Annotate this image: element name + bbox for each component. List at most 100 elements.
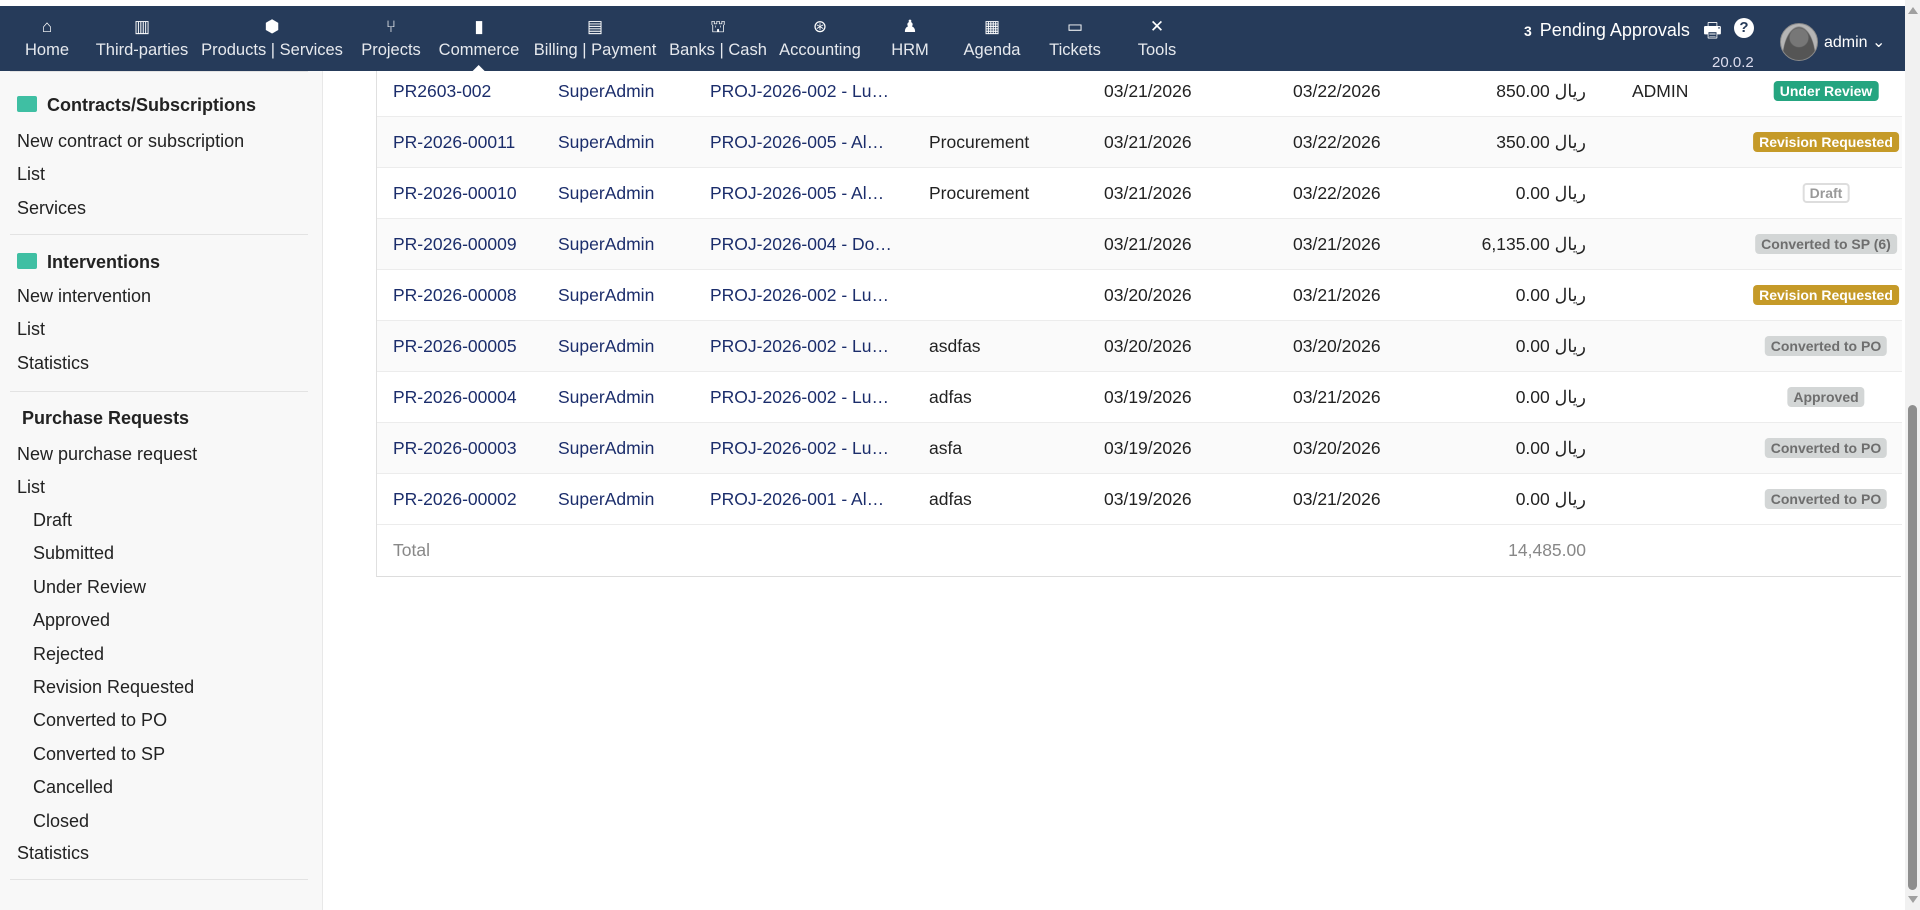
nav-item-banks-cash[interactable]: ⛫ Banks | Cash [669, 6, 767, 71]
nav-item-projects[interactable]: ⑂ Projects [361, 6, 421, 71]
username: admin [1824, 34, 1868, 51]
scroll-down-arrow[interactable] [1908, 896, 1918, 908]
table-row[interactable]: PR-2026-00004 SuperAdmin PROJ-2026-002 - L… [377, 372, 1902, 423]
avatar[interactable] [1780, 23, 1818, 61]
user-link[interactable]: SuperAdmin [558, 321, 654, 372]
billing-payment-icon: ▤ [586, 17, 604, 36]
user-link[interactable]: SuperAdmin [558, 270, 654, 321]
nav-item-label: Billing | Payment [533, 41, 657, 59]
sidebar-item[interactable]: New purchase request [17, 442, 197, 466]
sidebar-item[interactable]: List [17, 317, 45, 341]
sidebar-item[interactable]: List [17, 475, 45, 499]
project-link[interactable]: PROJ-2026-002 - Lu… [710, 321, 889, 372]
nav-item-commerce[interactable]: ▮ Commerce [439, 6, 520, 71]
table-row[interactable]: PR-2026-00002 SuperAdmin PROJ-2026-001 - A… [377, 474, 1902, 525]
tickets-icon: ▭ [1066, 17, 1084, 36]
sidebar-subitem[interactable]: Submitted [33, 541, 114, 565]
sidebar-subitem[interactable]: Closed [33, 809, 89, 833]
user-menu[interactable]: admin ⌄ [1824, 32, 1885, 52]
print-icon[interactable]: 🖶 [1703, 16, 1722, 50]
date-needed-cell: 03/21/2026 [1293, 234, 1381, 254]
sidebar-item[interactable]: New intervention [17, 284, 151, 308]
amount-cell: 0.00 ريال [1515, 489, 1586, 509]
user-link[interactable]: SuperAdmin [558, 423, 654, 474]
nav-item-products-services[interactable]: ⬢ Products | Services [201, 6, 343, 71]
nav-item-label: Accounting [779, 41, 861, 59]
help-icon[interactable]: ? [1734, 18, 1754, 38]
ref-link[interactable]: PR-2026-00004 [393, 372, 517, 423]
scroll-up-arrow[interactable] [1908, 2, 1918, 14]
project-link[interactable]: PROJ-2026-002 - Lu… [710, 270, 889, 321]
nav-item-accounting[interactable]: ⊛ Accounting [779, 6, 861, 71]
project-link[interactable]: PROJ-2026-005 - Al… [710, 117, 884, 168]
table-row[interactable]: PR-2026-00003 SuperAdmin PROJ-2026-002 - L… [377, 423, 1902, 474]
sidebar-subitem[interactable]: Converted to PO [33, 708, 167, 732]
user-link[interactable]: SuperAdmin [558, 219, 654, 270]
table-row[interactable]: PR-2026-00010 SuperAdmin PROJ-2026-005 - A… [377, 168, 1902, 219]
sidebar-item[interactable]: List [17, 162, 45, 186]
nav-item-tickets[interactable]: ▭ Tickets [1049, 6, 1101, 71]
project-link[interactable]: PROJ-2026-002 - Lu… [710, 66, 889, 117]
project-link[interactable]: PROJ-2026-002 - Lu… [710, 423, 889, 474]
ref-link[interactable]: PR-2026-00003 [393, 423, 517, 474]
ref-link[interactable]: PR-2026-00010 [393, 168, 517, 219]
table-row[interactable]: PR-2026-00005 SuperAdmin PROJ-2026-002 - L… [377, 321, 1902, 372]
nav-item-tools[interactable]: ✕ Tools [1138, 6, 1177, 71]
sidebar-subitem[interactable]: Cancelled [33, 775, 113, 799]
user-link[interactable]: SuperAdmin [558, 117, 654, 168]
ref-link[interactable]: PR-2026-00008 [393, 270, 517, 321]
nav-item-label: HRM [891, 41, 929, 59]
nav-item-label: Banks | Cash [669, 41, 767, 59]
ref-link[interactable]: PR-2026-00002 [393, 474, 517, 525]
project-link[interactable]: PROJ-2026-001 - Al… [710, 474, 884, 525]
user-link[interactable]: SuperAdmin [558, 372, 654, 423]
total-row: Total 14,485.00 [377, 525, 1902, 576]
sidebar-subitem[interactable]: Converted to SP [33, 742, 165, 766]
banks-cash-icon: ⛫ [710, 17, 726, 36]
table-row[interactable]: PR-2026-00009 SuperAdmin PROJ-2026-004 - D… [377, 219, 1902, 270]
table-row[interactable]: PR-2026-00008 SuperAdmin PROJ-2026-002 - L… [377, 270, 1902, 321]
scrollbar[interactable] [1905, 0, 1920, 910]
nav-item-third-parties[interactable]: ▥ Third-parties [96, 6, 189, 71]
ref-link[interactable]: PR-2026-00011 [393, 117, 515, 168]
hrm-icon: ♟ [902, 17, 918, 36]
ref-link[interactable]: PR2603-002 [393, 66, 491, 117]
label-cell: Procurement [929, 132, 1030, 152]
ref-link[interactable]: PR-2026-00009 [393, 219, 517, 270]
ref-link[interactable]: PR-2026-00005 [393, 321, 517, 372]
sidebar-heading-interventions[interactable]: Interventions [17, 250, 160, 274]
date-needed-cell: 03/21/2026 [1293, 387, 1381, 407]
table-row[interactable]: PR-2026-00011 SuperAdmin PROJ-2026-005 - A… [377, 117, 1902, 168]
sidebar-heading-purchase[interactable]: Purchase Requests [22, 406, 189, 430]
scrollbar-thumb[interactable] [1908, 405, 1917, 890]
commerce-icon: ▮ [474, 17, 484, 36]
sidebar-divider [10, 391, 308, 392]
sidebar-item-statistics[interactable]: Statistics [17, 841, 89, 865]
sidebar-divider [10, 234, 308, 235]
nav-item-billing-payment[interactable]: ▤ Billing | Payment [534, 6, 657, 71]
nav-item-agenda[interactable]: ▦ Agenda [964, 6, 1021, 71]
user-link[interactable]: SuperAdmin [558, 168, 654, 219]
date-cell: 03/21/2026 [1104, 81, 1192, 101]
user-link[interactable]: SuperAdmin [558, 474, 654, 525]
date-cell: 03/19/2026 [1104, 387, 1192, 407]
sidebar-item[interactable]: New contract or subscription [17, 129, 244, 153]
sidebar-subitem[interactable]: Approved [33, 608, 110, 632]
user-link[interactable]: SuperAdmin [558, 66, 654, 117]
nav-item-home[interactable]: ⌂ Home [25, 6, 69, 71]
nav-item-hrm[interactable]: ♟ HRM [891, 6, 929, 71]
sidebar-subitem[interactable]: Revision Requested [33, 675, 194, 699]
project-link[interactable]: PROJ-2026-002 - Lu… [710, 372, 889, 423]
sidebar-subitem[interactable]: Under Review [33, 575, 146, 599]
tools-icon: ✕ [1149, 17, 1165, 36]
pending-approvals-link[interactable]: 3 Pending Approvals [1524, 20, 1690, 41]
sidebar-item[interactable]: Statistics [17, 351, 89, 375]
sidebar-subitem[interactable]: Rejected [33, 642, 104, 666]
sidebar-subitem[interactable]: Draft [33, 508, 72, 532]
label-cell: adfas [929, 489, 972, 509]
sidebar-heading-contracts[interactable]: Contracts/Subscriptions [17, 93, 256, 117]
table-row[interactable]: PR2603-002 SuperAdmin PROJ-2026-002 - Lu… 0… [377, 66, 1902, 117]
project-link[interactable]: PROJ-2026-005 - Al… [710, 168, 884, 219]
sidebar-item[interactable]: Services [17, 196, 86, 220]
project-link[interactable]: PROJ-2026-004 - Do… [710, 219, 892, 270]
